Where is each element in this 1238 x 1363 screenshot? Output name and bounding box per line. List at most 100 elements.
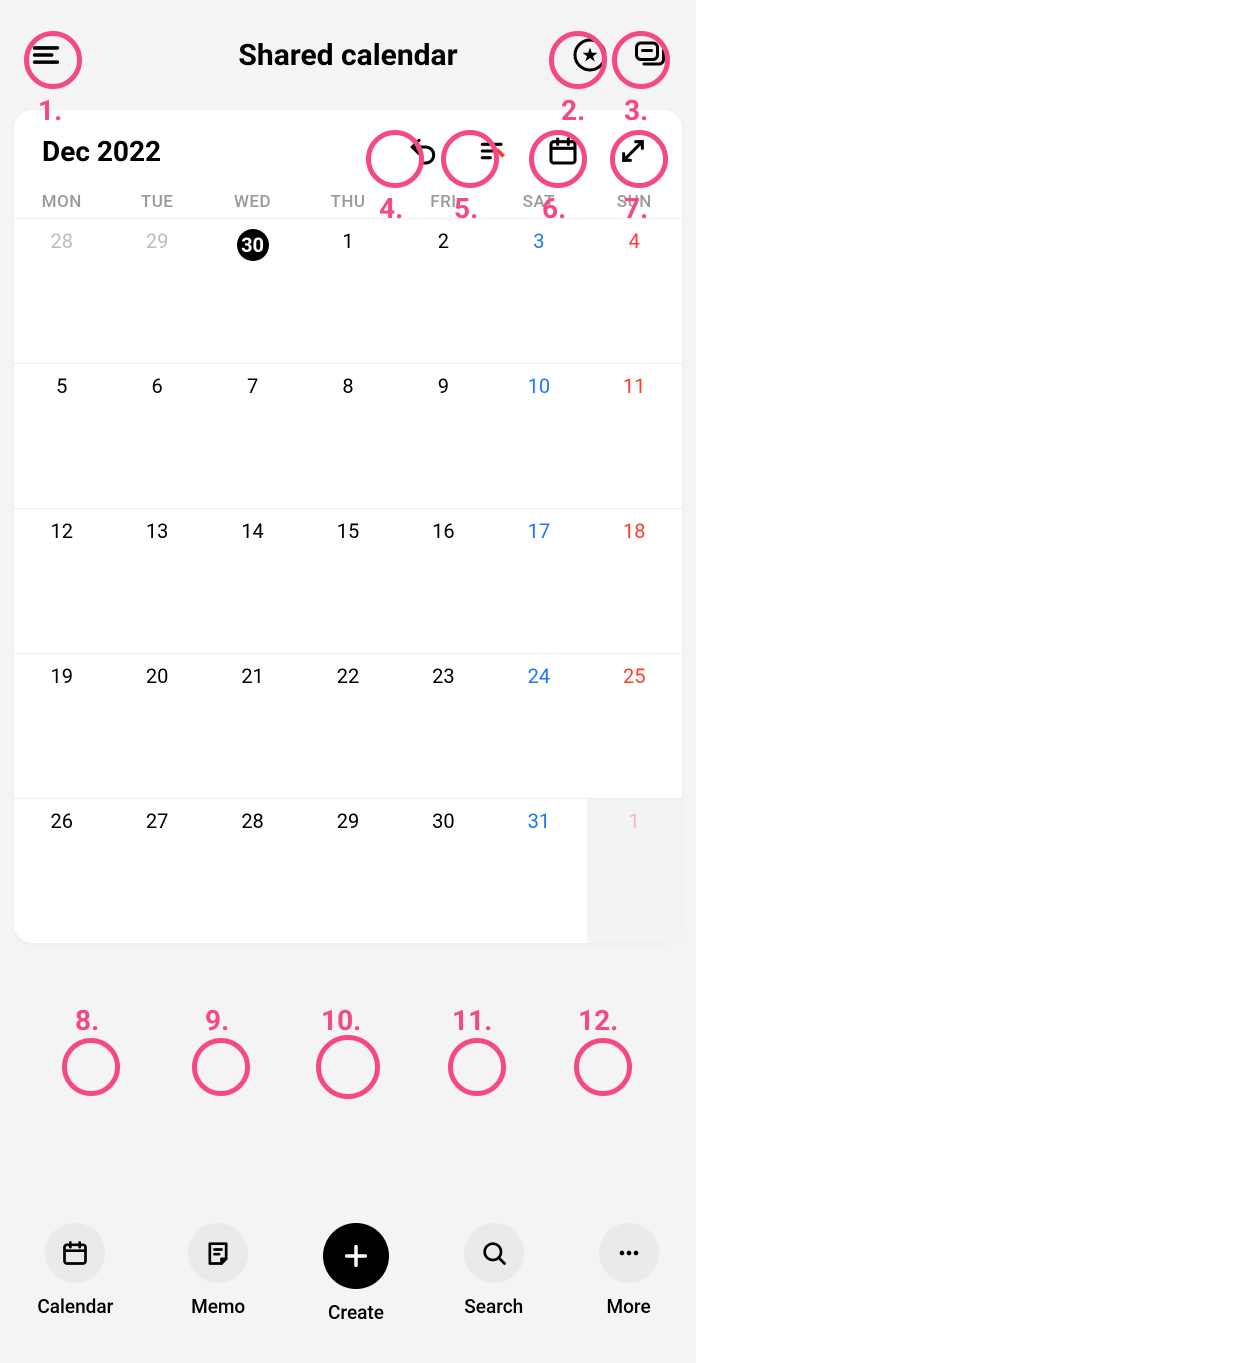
annotation-label: 3. (624, 94, 648, 127)
day-cell[interactable]: 3 (491, 218, 586, 363)
day-cell[interactable]: 11 (587, 363, 682, 508)
today-button[interactable] (542, 130, 584, 172)
day-cell[interactable]: 20 (109, 653, 204, 798)
day-cell[interactable]: 31 (491, 798, 586, 943)
messages-button[interactable] (624, 29, 676, 81)
day-cell[interactable]: 28 (14, 218, 109, 363)
day-cell[interactable]: 2 (396, 218, 491, 363)
day-cell[interactable]: 7 (205, 363, 300, 508)
day-number: 1 (629, 809, 640, 833)
day-cell[interactable]: 28 (205, 798, 300, 943)
day-cell[interactable]: 26 (14, 798, 109, 943)
bottom-nav: Calendar Memo Create Se (0, 1193, 696, 1363)
day-number: 28 (241, 809, 263, 833)
day-number: 29 (146, 229, 168, 253)
nav-create[interactable]: Create (323, 1223, 389, 1324)
day-cell[interactable]: 1 (587, 798, 682, 943)
day-cell[interactable]: 30 (205, 218, 300, 363)
day-number: 22 (337, 664, 359, 688)
day-number: 30 (237, 229, 269, 261)
day-cell[interactable]: 25 (587, 653, 682, 798)
month-label[interactable]: Dec 2022 (42, 135, 161, 168)
nav-calendar-label: Calendar (37, 1295, 113, 1318)
list-pin-icon (477, 135, 509, 167)
day-number: 3 (533, 229, 544, 253)
menu-icon (29, 38, 63, 72)
day-cell[interactable]: 1 (300, 218, 395, 363)
day-cell[interactable]: 12 (14, 508, 109, 653)
day-cell[interactable]: 5 (14, 363, 109, 508)
pin-filter-button[interactable] (472, 130, 514, 172)
nav-more-label: More (607, 1295, 651, 1318)
day-number: 31 (528, 809, 550, 833)
nav-calendar-icon-wrap (45, 1223, 105, 1283)
day-number: 23 (432, 664, 454, 688)
day-cell[interactable]: 18 (587, 508, 682, 653)
dow-row: MON TUE WED THU FRI SAT SUN (14, 192, 682, 218)
calendar-icon (547, 135, 579, 167)
day-cell[interactable]: 8 (300, 363, 395, 508)
day-number: 15 (337, 519, 359, 543)
chat-layers-icon (632, 37, 668, 73)
annotation-label: 8. (75, 1004, 99, 1037)
card-header: Dec 2022 (14, 130, 682, 192)
annotation-label: 7. (624, 192, 648, 225)
nav-create-icon-wrap (323, 1223, 389, 1289)
menu-button[interactable] (20, 29, 72, 81)
dow-mon: MON (14, 192, 109, 218)
day-cell[interactable]: 9 (396, 363, 491, 508)
day-cell[interactable]: 13 (109, 508, 204, 653)
day-number: 12 (50, 519, 72, 543)
day-cell[interactable]: 24 (491, 653, 586, 798)
nav-memo[interactable]: Memo (188, 1223, 248, 1318)
more-icon (615, 1239, 643, 1267)
annotation-label: 5. (454, 192, 478, 225)
star-circle-icon (572, 37, 608, 73)
day-cell[interactable]: 6 (109, 363, 204, 508)
undo-button[interactable] (402, 130, 444, 172)
day-number: 4 (629, 229, 640, 253)
plus-icon (340, 1240, 372, 1272)
day-number: 2 (438, 229, 449, 253)
page-title: Shared calendar (238, 38, 457, 73)
search-icon (480, 1239, 508, 1267)
day-cell[interactable]: 22 (300, 653, 395, 798)
nav-more-icon-wrap (599, 1223, 659, 1283)
annotation-label: 11. (452, 1004, 492, 1037)
day-cell[interactable]: 23 (396, 653, 491, 798)
day-number: 6 (152, 374, 163, 398)
day-number: 5 (56, 374, 67, 398)
app-root: Shared calendar 1. 2. 3. Dec 2022 (0, 0, 696, 1363)
day-cell[interactable]: 16 (396, 508, 491, 653)
day-cell[interactable]: 29 (109, 218, 204, 363)
day-cell[interactable]: 17 (491, 508, 586, 653)
day-number: 11 (623, 374, 645, 398)
nav-calendar[interactable]: Calendar (37, 1223, 113, 1318)
app-header: Shared calendar (0, 0, 696, 110)
expand-button[interactable] (612, 130, 654, 172)
nav-memo-label: Memo (191, 1295, 245, 1318)
day-number: 27 (146, 809, 168, 833)
annotation-label: 12. (578, 1004, 618, 1037)
day-number: 20 (146, 664, 168, 688)
annotation-label: 10. (321, 1004, 361, 1037)
dow-wed: WED (205, 192, 300, 218)
card-actions (402, 130, 654, 172)
day-number: 7 (247, 374, 258, 398)
day-cell[interactable]: 10 (491, 363, 586, 508)
day-number: 24 (528, 664, 550, 688)
nav-search[interactable]: Search (464, 1223, 524, 1318)
day-cell[interactable]: 15 (300, 508, 395, 653)
nav-more[interactable]: More (599, 1223, 659, 1318)
day-cell[interactable]: 21 (205, 653, 300, 798)
day-cell[interactable]: 14 (205, 508, 300, 653)
day-number: 29 (337, 809, 359, 833)
favorites-button[interactable] (564, 29, 616, 81)
day-cell[interactable]: 29 (300, 798, 395, 943)
day-number: 9 (438, 374, 449, 398)
day-cell[interactable]: 4 (587, 218, 682, 363)
day-cell[interactable]: 30 (396, 798, 491, 943)
day-cell[interactable]: 27 (109, 798, 204, 943)
day-cell[interactable]: 19 (14, 653, 109, 798)
memo-icon (204, 1239, 232, 1267)
